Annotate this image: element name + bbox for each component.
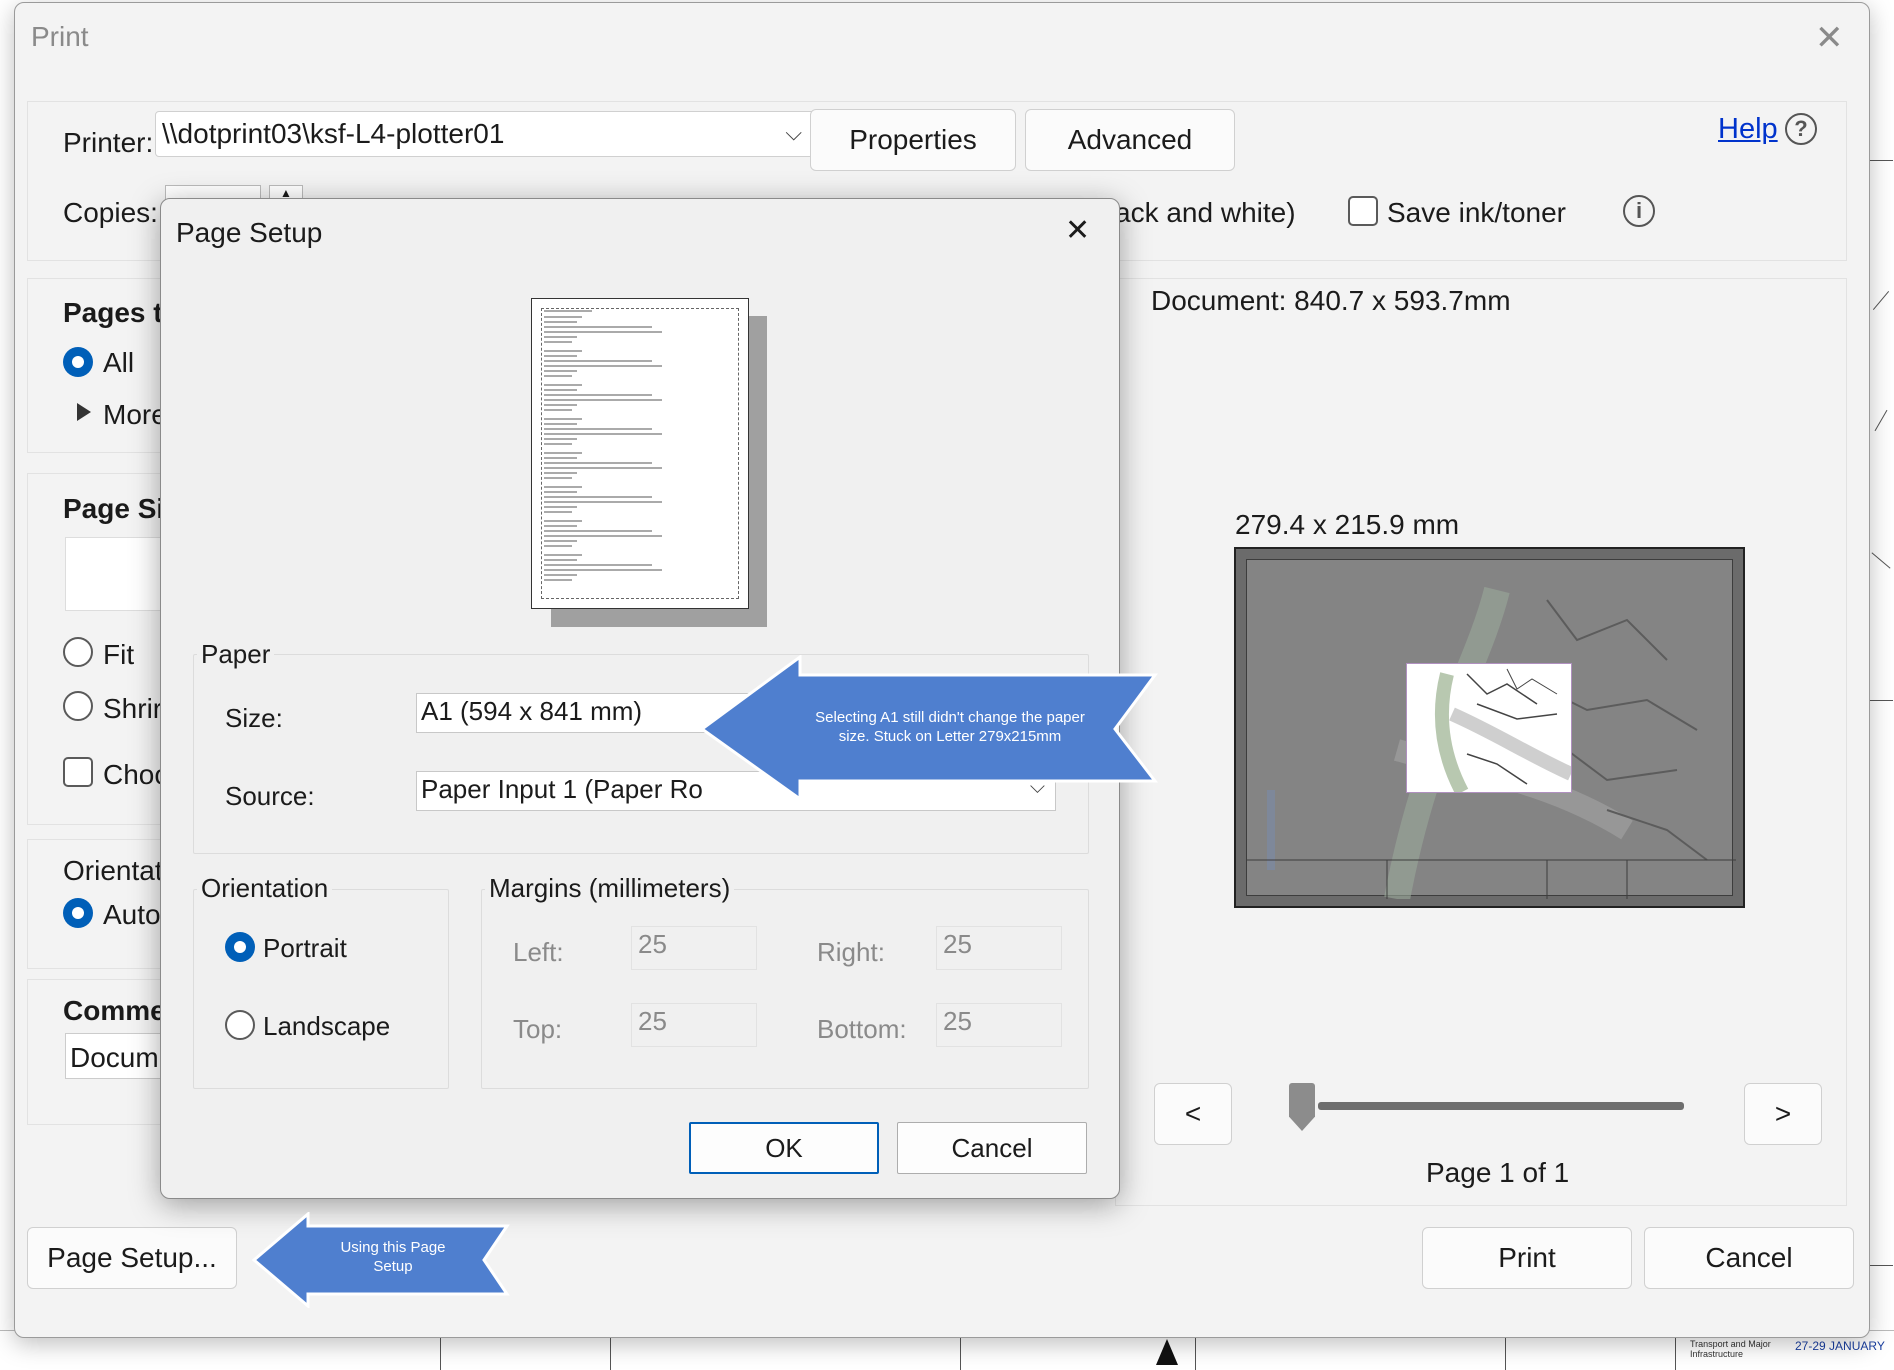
page-slider-track[interactable] (1318, 1102, 1684, 1110)
paper-source-value: Paper Input 1 (Paper Ro (421, 774, 703, 804)
callout-page-setup-text: Using this Page Setup (340, 1239, 446, 1275)
choose-checkbox[interactable] (63, 757, 93, 787)
margin-top-label: Top: (513, 1014, 563, 1044)
print-dialog-title: Print (31, 21, 89, 52)
orientation-group-title: Orientation (197, 873, 333, 904)
page-setup-button[interactable]: Page Setup... (27, 1227, 237, 1289)
portrait-label: Portrait (263, 933, 347, 963)
margin-right-input[interactable]: 25 (936, 926, 1062, 970)
landscape-radio[interactable] (225, 1010, 255, 1040)
chevron-down-icon: ⌵ (785, 120, 802, 145)
pages-all-label: All (103, 347, 135, 378)
north-arrow-icon (1156, 1339, 1178, 1365)
print-button[interactable]: Print (1422, 1227, 1632, 1289)
margins-group-title: Margins (millimeters) (485, 873, 735, 904)
source-label: Source: (225, 781, 315, 811)
page-preview-text-lines (544, 310, 662, 581)
comments-heading: Comme (63, 995, 166, 1026)
preview-page-detail (1435, 668, 1574, 796)
pages-all-radio[interactable] (63, 347, 93, 377)
previous-page-button[interactable]: < (1154, 1083, 1232, 1145)
document-size-text: Document: 840.7 x 593.7mm (1151, 285, 1511, 316)
shrink-radio[interactable] (63, 691, 93, 721)
margin-right-label: Right: (817, 937, 885, 967)
black-and-white-label: ack and white) (1115, 197, 1296, 228)
page-indicator: Page 1 of 1 (1426, 1157, 1570, 1188)
paper-group-title: Paper (197, 639, 275, 670)
orientation-group (193, 889, 449, 1089)
fit-label: Fit (103, 639, 135, 670)
ok-button[interactable]: OK (689, 1122, 879, 1174)
margin-top-input[interactable]: 25 (631, 1003, 757, 1047)
page-setup-cancel-button[interactable]: Cancel (897, 1122, 1087, 1174)
info-icon[interactable]: i (1623, 195, 1655, 227)
printer-label: Printer: (63, 127, 154, 158)
triangle-right-icon[interactable] (77, 403, 91, 421)
fit-radio[interactable] (63, 637, 93, 667)
properties-button[interactable]: Properties (810, 109, 1016, 171)
margin-bottom-label: Bottom: (817, 1014, 907, 1044)
cancel-button[interactable]: Cancel (1644, 1227, 1854, 1289)
orientation-auto-label: Auto (103, 899, 161, 930)
page-preview-thumbnail (531, 298, 749, 609)
margins-group (481, 889, 1089, 1089)
margin-left-input[interactable]: 25 (631, 926, 757, 970)
save-ink-checkbox[interactable] (1348, 196, 1378, 226)
save-ink-label: Save ink/toner (1387, 197, 1566, 228)
orientation-auto-radio[interactable] (63, 898, 93, 928)
close-icon[interactable]: ✕ (1815, 21, 1844, 55)
preview-printable-area (1406, 663, 1574, 796)
page-setup-close-icon[interactable]: ✕ (1065, 213, 1090, 248)
portrait-radio[interactable] (225, 932, 255, 962)
orientation-heading: Orientat (63, 855, 163, 886)
callout-size-text: Selecting A1 still didn't change the pap… (815, 709, 1085, 745)
printer-select[interactable]: \\dotprint03\ksf-L4-plotter01 ⌵ (155, 111, 817, 157)
help-link[interactable]: Help (1718, 113, 1778, 146)
size-label: Size: (225, 703, 283, 733)
preview-size-text: 279.4 x 215.9 mm (1235, 509, 1460, 540)
drawing-date-text: 27-29 JANUARY (1795, 1339, 1885, 1353)
page-setup-title: Page Setup (176, 217, 323, 248)
shrink-label: Shrir (103, 693, 163, 724)
advanced-button[interactable]: Advanced (1025, 109, 1235, 171)
printer-select-value: \\dotprint03\ksf-L4-plotter01 (162, 118, 505, 149)
paper-size-value: A1 (594 x 841 mm) (421, 696, 643, 726)
margin-bottom-input[interactable]: 25 (936, 1003, 1062, 1047)
more-options-label[interactable]: More (103, 399, 167, 431)
landscape-label: Landscape (263, 1011, 391, 1041)
help-icon[interactable]: ? (1785, 113, 1817, 145)
page-size-option-box[interactable] (65, 537, 175, 611)
next-page-button[interactable]: > (1744, 1083, 1822, 1145)
margin-left-label: Left: (513, 937, 564, 967)
comments-select-value: Docum (70, 1042, 159, 1073)
drawing-org-text: Transport and Major Infrastructure (1690, 1339, 1771, 1359)
copies-label: Copies: (63, 197, 158, 228)
